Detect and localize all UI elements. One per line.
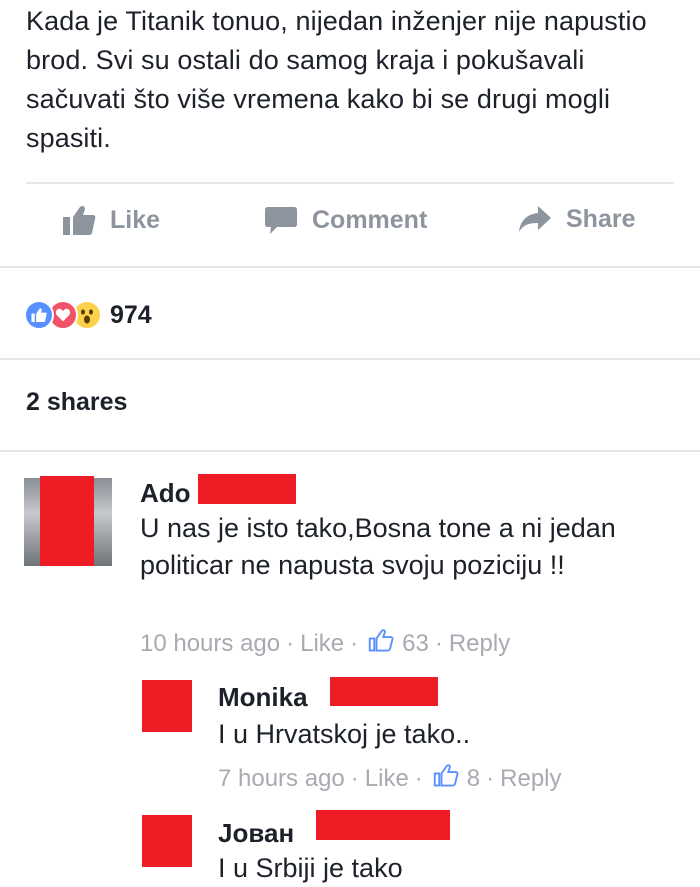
reactions-summary[interactable]: 974: [24, 295, 152, 335]
avatar[interactable]: [142, 815, 192, 867]
reaction-count: 974: [110, 300, 152, 329]
comment-author-name[interactable]: Monika: [218, 682, 308, 713]
like-reaction-icon: [24, 300, 54, 330]
comment-text: I u Srbiji je tako: [218, 853, 403, 883]
meta-separator: ·: [286, 629, 295, 657]
comment-timestamp[interactable]: 7 hours ago: [218, 765, 345, 793]
name-redaction: [316, 810, 450, 840]
comment-timestamp[interactable]: 10 hours ago: [140, 630, 280, 658]
meta-separator: ·: [434, 629, 443, 657]
comment-like-count: 63: [402, 629, 429, 657]
thumbs-up-icon: [62, 204, 96, 236]
comment-like-link[interactable]: Like: [300, 630, 344, 658]
comment-like-count: 8: [466, 764, 481, 792]
meta-separator: ·: [350, 764, 359, 792]
comment-meta: 7 hours ago · Like · 8 · Reply: [218, 763, 562, 794]
thumbs-up-outline-icon: [429, 763, 467, 794]
like-label: Like: [110, 205, 161, 234]
reactions-divider: [0, 358, 700, 360]
comment-author-name[interactable]: Јован: [218, 818, 294, 849]
comment-reply-link[interactable]: Reply: [449, 630, 510, 658]
comment-text: U nas je isto tako,Bosna tone a ni jedan…: [140, 513, 616, 580]
comment-button[interactable]: Comment: [264, 204, 427, 236]
meta-separator: ·: [486, 764, 495, 792]
comment-like-link[interactable]: Like: [365, 765, 409, 793]
comment-label: Comment: [312, 205, 428, 234]
comment-meta: 10 hours ago · Like · 63 · Reply: [140, 628, 510, 659]
name-redaction: [198, 474, 296, 504]
comment-bubble-icon: [264, 204, 298, 236]
avatar-redaction: [40, 476, 94, 566]
post-action-bar: Like Comment Share: [0, 196, 700, 252]
share-label: Share: [566, 204, 636, 233]
meta-separator: ·: [414, 764, 423, 792]
share-arrow-icon: [518, 204, 552, 234]
comment-reply-link[interactable]: Reply: [500, 765, 561, 793]
actions-divider: [0, 266, 700, 268]
avatar[interactable]: [142, 680, 192, 732]
thumbs-up-outline-icon: [364, 628, 402, 659]
like-button[interactable]: Like: [62, 204, 160, 236]
post-divider: [26, 182, 674, 184]
post-text: Kada je Titanik tonuo, nijedan inženjer …: [26, 6, 647, 153]
share-button[interactable]: Share: [518, 204, 635, 234]
meta-separator: ·: [350, 629, 359, 657]
shares-divider: [0, 450, 700, 452]
shares-count[interactable]: 2 shares: [26, 388, 127, 417]
name-redaction: [330, 677, 438, 706]
comment-author-name[interactable]: Ado: [140, 478, 191, 509]
comment-text: I u Hrvatskoj je tako..: [218, 719, 471, 749]
